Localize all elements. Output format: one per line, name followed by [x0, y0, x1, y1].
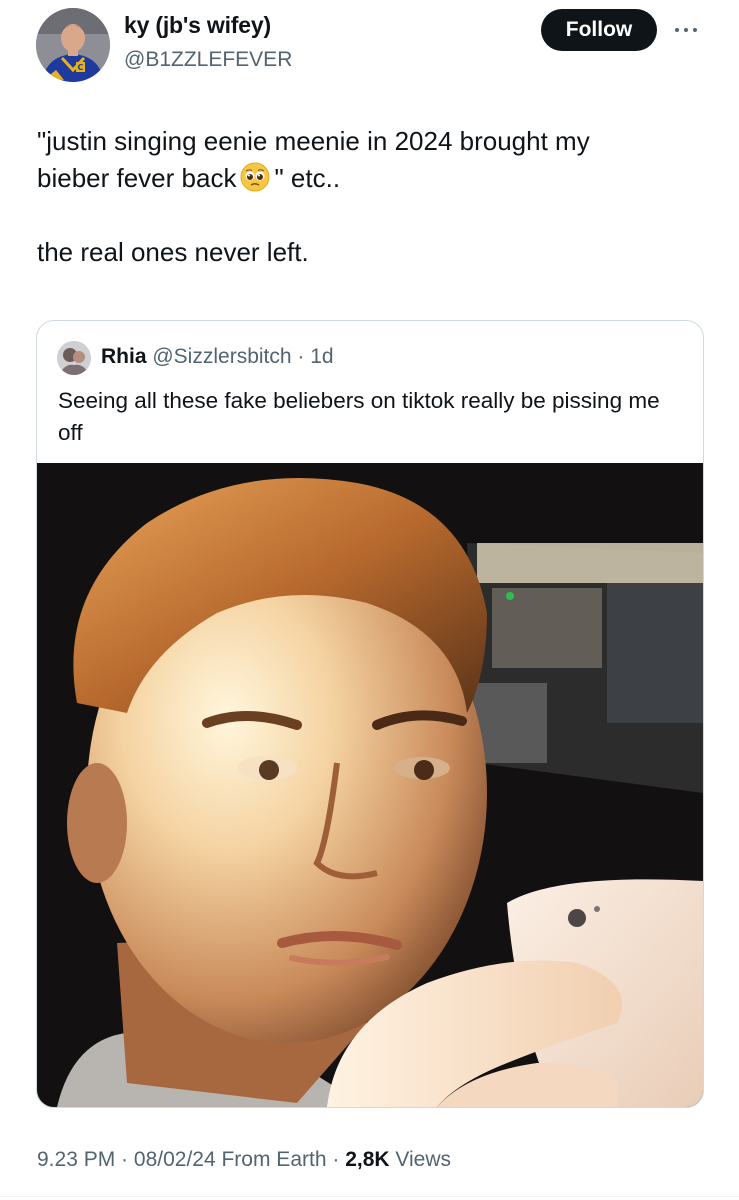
- tweet-source: From Earth: [221, 1148, 327, 1171]
- selfie-photo[interactable]: [37, 463, 703, 1107]
- tweet-line-1: "justin singing eenie meenie in 2024 bro…: [37, 126, 590, 156]
- quote-author-name[interactable]: Rhia: [101, 345, 147, 368]
- quote-header: Rhia @Sizzlersbitch · 1d: [101, 345, 334, 369]
- author-avatar[interactable]: C: [36, 8, 110, 82]
- footer-separator-2: ·: [326, 1148, 346, 1171]
- quote-text: Seeing all these fake beliebers on tikto…: [58, 388, 660, 445]
- tweet-time[interactable]: 9.23 PM: [37, 1148, 115, 1171]
- quote-author-handle[interactable]: @Sizzlersbitch: [152, 345, 291, 368]
- tweet-text: "justin singing eenie meenie in 2024 bro…: [37, 123, 697, 271]
- tweet-date[interactable]: 08/02/24: [134, 1148, 216, 1171]
- author-handle[interactable]: @B1ZZLEFEVER: [124, 48, 292, 72]
- quote-avatar-icon: [57, 341, 91, 375]
- tweet-line-2-start: bieber fever back: [37, 163, 237, 193]
- pleading-face-emoji: [240, 162, 270, 192]
- quote-separator: ·: [291, 345, 311, 368]
- divider: [0, 1196, 739, 1197]
- footer-separator-1: ·: [115, 1148, 134, 1171]
- user-avatar-icon: C: [36, 8, 110, 82]
- author-display-name[interactable]: ky (jb's wifey): [124, 12, 271, 39]
- tweet-line-3: the real ones never left.: [37, 237, 309, 267]
- quote-author-avatar[interactable]: [57, 341, 91, 375]
- svg-text:C: C: [78, 63, 84, 72]
- tweet-line-2: bieber fever back " etc..: [37, 160, 697, 197]
- views-label: Views: [395, 1148, 452, 1171]
- more-options-icon[interactable]: [670, 18, 702, 42]
- quote-tweet-card[interactable]: Rhia @Sizzlersbitch · 1d Seeing all thes…: [36, 320, 704, 1108]
- follow-button[interactable]: Follow: [541, 9, 657, 51]
- tweet-footer: 9.23 PM · 08/02/24 From Earth · 2,8K Vie…: [37, 1148, 451, 1172]
- views-count: 2,8K: [345, 1148, 390, 1171]
- tweet-line-2-end: " etc..: [274, 163, 341, 193]
- quote-time[interactable]: 1d: [310, 345, 333, 368]
